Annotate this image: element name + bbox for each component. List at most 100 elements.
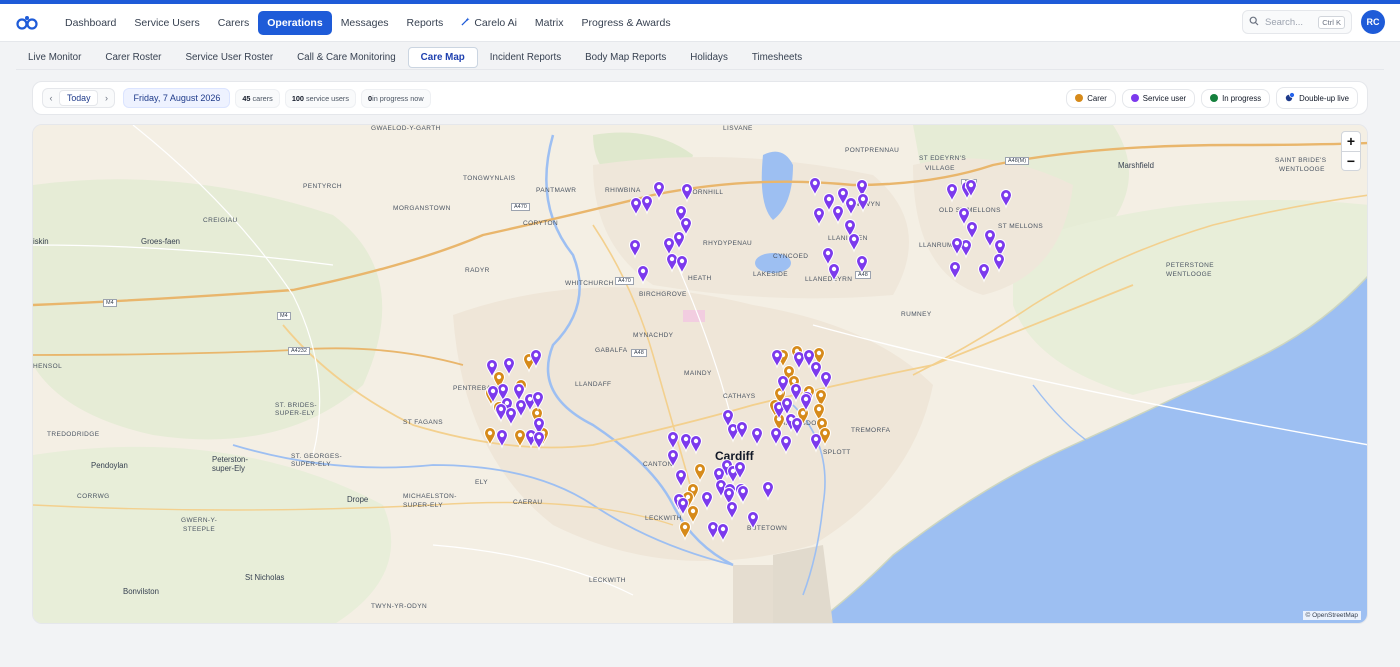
service-user-pin-icon[interactable] <box>502 357 516 377</box>
nav-carers[interactable]: Carers <box>209 11 259 35</box>
service-user-pin-icon[interactable] <box>809 433 823 453</box>
carer-pin-icon[interactable] <box>513 429 527 449</box>
service-user-pin-icon[interactable] <box>672 231 686 251</box>
service-user-pin-icon[interactable] <box>808 177 822 197</box>
nav-matrix[interactable]: Matrix <box>526 11 573 35</box>
nav-label: Service Users <box>134 16 200 29</box>
service-user-pin-icon[interactable] <box>977 263 991 283</box>
nav-messages[interactable]: Messages <box>332 11 398 35</box>
service-user-pin-icon[interactable] <box>706 521 720 541</box>
today-button[interactable]: Today <box>59 90 99 106</box>
service-user-pin-icon[interactable] <box>957 207 971 227</box>
service-user-pin-icon[interactable] <box>716 523 730 543</box>
search-box[interactable]: Search... Ctrl K <box>1242 10 1352 34</box>
service-user-pin-icon[interactable] <box>666 431 680 451</box>
tab-live-monitor[interactable]: Live Monitor <box>16 48 93 67</box>
service-user-pin-icon[interactable] <box>844 197 858 217</box>
service-user-pin-icon[interactable] <box>948 261 962 281</box>
tab-carer-roster[interactable]: Carer Roster <box>93 48 173 67</box>
service-user-pin-icon[interactable] <box>779 435 793 455</box>
service-user-pin-icon[interactable] <box>999 189 1013 209</box>
service-user-pin-icon[interactable] <box>640 195 654 215</box>
service-user-pin-icon[interactable] <box>676 497 690 517</box>
service-user-pin-icon[interactable] <box>495 429 509 449</box>
service-user-pin-icon[interactable] <box>675 255 689 275</box>
service-user-pin-icon[interactable] <box>504 407 518 427</box>
tab-holidays[interactable]: Holidays <box>678 48 740 67</box>
service-user-pin-icon[interactable] <box>809 361 823 381</box>
service-user-pin-icon[interactable] <box>769 427 783 447</box>
carer-pin-icon[interactable] <box>678 521 692 541</box>
carer-pin-icon[interactable] <box>693 463 707 483</box>
service-user-pin-icon[interactable] <box>652 181 666 201</box>
service-user-pin-icon[interactable] <box>847 233 861 253</box>
nav-dashboard[interactable]: Dashboard <box>56 11 125 35</box>
service-user-pin-icon[interactable] <box>512 383 526 403</box>
service-user-pin-icon[interactable] <box>746 511 760 531</box>
nav-carelo-ai[interactable]: Carelo Ai <box>452 11 526 35</box>
service-user-pin-icon[interactable] <box>679 433 693 453</box>
user-avatar[interactable]: RC <box>1361 10 1385 34</box>
tab-body-map-reports[interactable]: Body Map Reports <box>573 48 678 67</box>
service-user-pin-icon[interactable] <box>983 229 997 249</box>
service-user-pin-icon[interactable] <box>689 435 703 455</box>
legend-carer[interactable]: Carer <box>1066 88 1116 108</box>
tab-timesheets[interactable]: Timesheets <box>740 48 814 67</box>
tab-incident-reports[interactable]: Incident Reports <box>478 48 573 67</box>
service-user-pin-icon[interactable] <box>827 263 841 283</box>
nav-service-users[interactable]: Service Users <box>125 11 208 35</box>
service-user-pin-icon[interactable] <box>792 351 806 371</box>
prev-day-button[interactable]: ‹ <box>43 93 59 103</box>
nav-progress-awards[interactable]: Progress & Awards <box>573 11 680 35</box>
carer-pin-icon[interactable] <box>483 427 497 447</box>
service-user-pin-icon[interactable] <box>662 237 676 257</box>
service-user-pin-icon[interactable] <box>531 391 545 411</box>
service-user-pin-icon[interactable] <box>629 197 643 217</box>
service-user-pin-icon[interactable] <box>494 403 508 423</box>
service-user-pin-icon[interactable] <box>965 221 979 241</box>
service-user-pin-icon[interactable] <box>812 207 826 227</box>
selected-date[interactable]: Friday, 7 August 2026 <box>123 88 231 108</box>
service-user-pin-icon[interactable] <box>855 255 869 275</box>
service-user-pin-icon[interactable] <box>674 469 688 489</box>
tab-service-user-roster[interactable]: Service User Roster <box>173 48 285 67</box>
service-user-pin-icon[interactable] <box>636 265 650 285</box>
zoom-in-button[interactable]: + <box>1342 132 1360 151</box>
nav-operations[interactable]: Operations <box>258 10 332 35</box>
legend-double-up-live[interactable]: Double-up live <box>1276 87 1358 109</box>
service-user-pin-icon[interactable] <box>819 371 833 391</box>
carer-pin-icon[interactable] <box>686 505 700 525</box>
service-user-pin-icon[interactable] <box>725 501 739 521</box>
service-user-pin-icon[interactable] <box>856 193 870 213</box>
service-user-pin-icon[interactable] <box>950 237 964 257</box>
service-user-pin-icon[interactable] <box>700 491 714 511</box>
tab-care-map[interactable]: Care Map <box>407 47 478 68</box>
service-user-pin-icon[interactable] <box>735 421 749 441</box>
service-user-pin-icon[interactable] <box>680 183 694 203</box>
service-user-pin-icon[interactable] <box>736 485 750 505</box>
service-user-pin-icon[interactable] <box>780 397 794 417</box>
zoom-out-button[interactable]: − <box>1342 151 1360 170</box>
tab-call-care-monitoring[interactable]: Call & Care Monitoring <box>285 48 408 67</box>
service-user-pin-icon[interactable] <box>532 431 546 451</box>
carelo-logo[interactable] <box>16 14 38 32</box>
service-user-pin-icon[interactable] <box>821 247 835 267</box>
service-user-pin-icon[interactable] <box>945 183 959 203</box>
next-day-button[interactable]: › <box>98 93 114 103</box>
service-user-pin-icon[interactable] <box>750 427 764 447</box>
search-icon <box>1249 13 1259 31</box>
service-user-pin-icon[interactable] <box>628 239 642 259</box>
nav-reports[interactable]: Reports <box>398 11 453 35</box>
service-user-pin-icon[interactable] <box>789 383 803 403</box>
service-user-pin-icon[interactable] <box>666 449 680 469</box>
care-map[interactable]: GWAELOD-Y-GARTH LISVANE Marshfield PENTY… <box>32 124 1368 624</box>
service-user-pin-icon[interactable] <box>790 417 804 437</box>
magic-wand-icon <box>461 16 470 29</box>
legend-in-progress[interactable]: In progress <box>1201 88 1271 108</box>
service-user-pin-icon[interactable] <box>831 205 845 225</box>
service-user-pin-icon[interactable] <box>992 253 1006 273</box>
legend-service-user[interactable]: Service user <box>1121 88 1196 108</box>
service-user-pin-icon[interactable] <box>770 349 784 369</box>
service-user-pin-icon[interactable] <box>665 253 679 273</box>
service-user-pin-icon[interactable] <box>761 481 775 501</box>
